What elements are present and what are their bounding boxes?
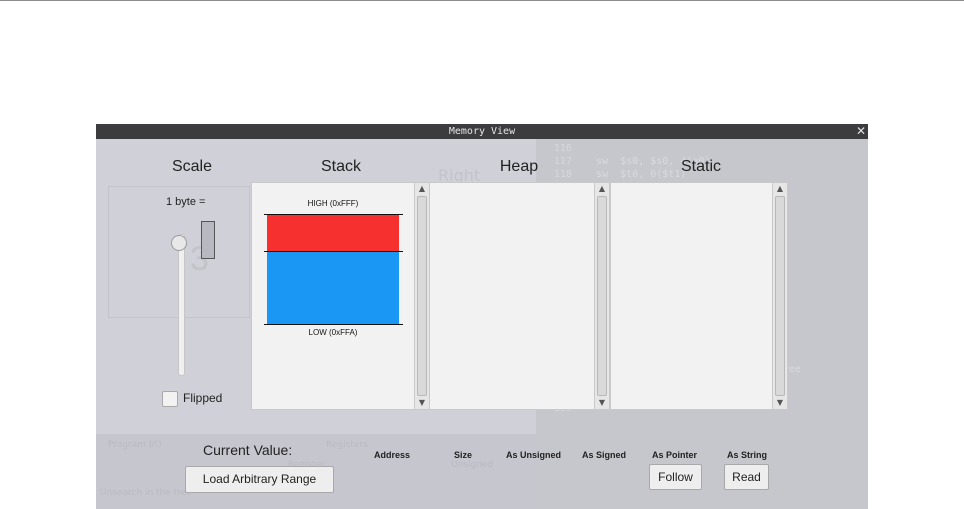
scroll-down-icon[interactable]: ▼ bbox=[773, 397, 787, 409]
scrollbar-thumb[interactable] bbox=[417, 196, 427, 396]
line-number: 116 bbox=[553, 143, 572, 154]
stack-low-label: LOW (0xFFA) bbox=[308, 328, 358, 337]
flipped-label: Flipped bbox=[183, 391, 223, 405]
static-title: Static bbox=[680, 158, 721, 175]
stack-panel[interactable]: HIGH (0xFFF) LOW (0xFFA) bbox=[251, 182, 415, 410]
scroll-up-icon[interactable]: ▲ bbox=[595, 183, 609, 195]
heap-panel[interactable] bbox=[429, 182, 596, 410]
scale-slider[interactable] bbox=[178, 234, 185, 376]
title-bar: Memory View ✕ bbox=[96, 124, 868, 139]
stack-block[interactable] bbox=[267, 215, 399, 251]
stack-scrollbar[interactable]: ▲ ▼ bbox=[414, 182, 430, 410]
column-header-unsigned: As Unsigned bbox=[506, 450, 562, 460]
scale-preview-box bbox=[201, 221, 215, 259]
scrollbar-thumb[interactable] bbox=[775, 196, 785, 396]
scroll-down-icon[interactable]: ▼ bbox=[595, 397, 609, 409]
top-border bbox=[0, 0, 964, 1]
static-scrollbar[interactable]: ▲ ▼ bbox=[772, 182, 788, 410]
scale-slider-thumb[interactable] bbox=[171, 235, 187, 251]
static-panel[interactable] bbox=[610, 182, 774, 410]
scrollbar-thumb[interactable] bbox=[597, 196, 607, 396]
window-title: Memory View bbox=[448, 126, 516, 137]
column-header-signed: As Signed bbox=[582, 450, 627, 460]
scroll-down-icon[interactable]: ▼ bbox=[415, 397, 429, 409]
column-header-pointer: As Pointer bbox=[652, 450, 698, 460]
byte-scale-label: 1 byte = bbox=[166, 196, 206, 208]
stack-high-line bbox=[264, 214, 403, 215]
column-header-size: Size bbox=[454, 450, 473, 460]
close-icon[interactable]: ✕ bbox=[856, 124, 866, 139]
heap-title: Heap bbox=[499, 158, 539, 175]
column-header-string: As String bbox=[727, 450, 768, 460]
scale-title: Scale bbox=[171, 158, 213, 175]
ghost-text: Program I/O bbox=[108, 440, 162, 450]
scroll-up-icon[interactable]: ▲ bbox=[773, 183, 787, 195]
stack-divider-line bbox=[264, 251, 403, 252]
read-button[interactable]: Read bbox=[724, 464, 769, 490]
column-header-address: Address bbox=[374, 450, 411, 460]
ghost-text: Unsigned bbox=[451, 460, 494, 470]
scroll-up-icon[interactable]: ▲ bbox=[415, 183, 429, 195]
current-value-label: Current Value: bbox=[203, 442, 293, 458]
memory-view-window: 3 5 7 Right 116117 sw $s0, $s0, 4(a0)118… bbox=[96, 124, 868, 509]
ghost-text: Unsearch in the tree bbox=[100, 488, 192, 498]
flipped-checkbox[interactable] bbox=[162, 391, 178, 407]
stack-high-label: HIGH (0xFFF) bbox=[307, 199, 359, 208]
heap-scrollbar[interactable]: ▲ ▼ bbox=[594, 182, 610, 410]
stack-block[interactable] bbox=[267, 251, 399, 324]
follow-button[interactable]: Follow bbox=[649, 464, 702, 490]
ghost-text: Registers bbox=[326, 440, 368, 450]
stack-low-line bbox=[264, 324, 403, 325]
stack-title: Stack bbox=[320, 158, 361, 175]
load-arbitrary-range-button[interactable]: Load Arbitrary Range bbox=[185, 466, 334, 493]
code-line: 116 bbox=[536, 143, 868, 156]
